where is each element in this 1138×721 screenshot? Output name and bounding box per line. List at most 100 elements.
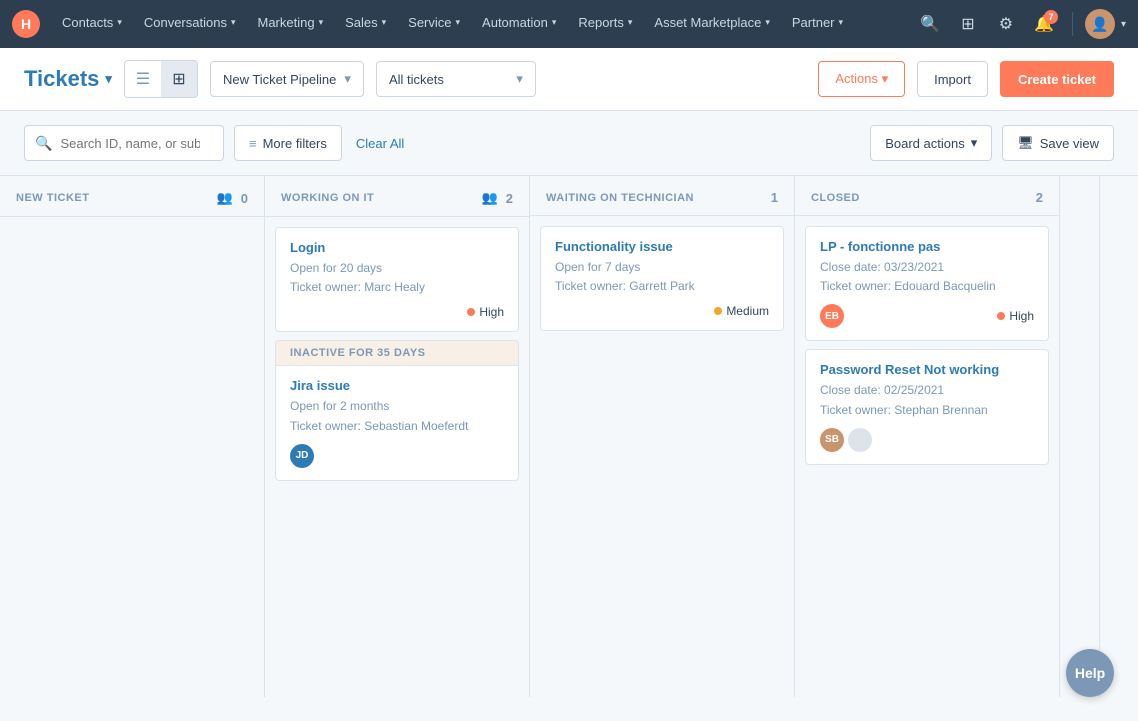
nav-asset-marketplace[interactable]: Asset Marketplace ▾: [644, 0, 779, 48]
automation-caret-icon: ▾: [552, 17, 557, 28]
actions-button[interactable]: Actions ▾: [818, 61, 905, 97]
ticket-footer-functionality: Medium: [555, 304, 769, 318]
grid-icon-btn[interactable]: ⊞: [952, 8, 984, 40]
sales-caret-icon: ▾: [382, 17, 387, 28]
view-toggle: ☰ ⊞: [124, 60, 198, 98]
priority-badge-lp: High: [997, 309, 1034, 323]
settings-icon-btn[interactable]: ⚙: [990, 8, 1022, 40]
ticket-avatar-group-password-reset: SB: [820, 428, 872, 452]
ticket-group-jira: INACTIVE FOR 35 DAYS Jira issue Open for…: [275, 340, 519, 480]
nav-icon-group: 🔍 ⊞ ⚙ 🔔 7 👤 ▾: [914, 8, 1126, 40]
page-toolbar: Tickets ▾ ☰ ⊞ New Ticket Pipeline ▾ All …: [0, 48, 1138, 111]
filter-selector[interactable]: All tickets ▾: [376, 61, 536, 97]
nav-contacts[interactable]: Contacts ▾: [52, 0, 132, 48]
column-count-icon-working-on-it: 👥: [482, 190, 498, 206]
nav-sales[interactable]: Sales ▾: [335, 0, 396, 48]
column-count-icon-new-ticket: 👥: [217, 190, 233, 206]
contacts-caret-icon: ▾: [117, 17, 122, 28]
reports-caret-icon: ▾: [628, 17, 633, 28]
priority-badge-functionality: Medium: [714, 304, 769, 318]
notifications-icon-btn[interactable]: 🔔 7: [1028, 8, 1060, 40]
nav-service[interactable]: Service ▾: [398, 0, 470, 48]
clear-all-button[interactable]: Clear All: [352, 136, 408, 151]
ticket-title-login: Login: [290, 240, 504, 255]
nav-reports[interactable]: Reports ▾: [568, 0, 642, 48]
column-body-closed: LP - fonctionne pas Close date: 03/23/20…: [795, 216, 1059, 697]
column-new-ticket: NEW TICKET 👥 0: [0, 176, 265, 697]
column-body-new-ticket: [0, 217, 264, 697]
column-header-new-ticket: NEW TICKET 👥 0: [0, 176, 264, 217]
avatar-eb: EB: [820, 304, 844, 328]
avatar-extra: [848, 428, 872, 452]
search-box[interactable]: 🔍: [24, 125, 224, 161]
priority-dot-high-lp: [997, 312, 1005, 320]
filter-bar: 🔍 ≡ More filters Clear All Board actions…: [0, 111, 1138, 176]
ticket-avatar-group-jira: JD: [290, 444, 314, 468]
column-body-working-on-it: Login Open for 20 days Ticket owner: Mar…: [265, 217, 529, 697]
inactive-banner-jira: INACTIVE FOR 35 DAYS: [275, 340, 519, 365]
ticket-title-jira: Jira issue: [290, 378, 504, 393]
ticket-title-lp: LP - fonctionne pas: [820, 239, 1034, 254]
priority-badge-login: High: [467, 305, 504, 319]
conversations-caret-icon: ▾: [231, 17, 236, 28]
ticket-meta-login: Open for 20 days Ticket owner: Marc Heal…: [290, 259, 504, 297]
service-caret-icon: ▾: [456, 17, 461, 28]
create-ticket-button[interactable]: Create ticket: [1000, 61, 1114, 97]
priority-dot-high: [467, 308, 475, 316]
column-header-waiting: WAITING ON TECHNICIAN 1: [530, 176, 794, 216]
board-actions-caret-icon: ▾: [971, 135, 978, 151]
ticket-card-login[interactable]: Login Open for 20 days Ticket owner: Mar…: [275, 227, 519, 332]
ticket-footer-password-reset: SB: [820, 428, 1034, 452]
column-working-on-it: WORKING ON IT 👥 2 Login Open for 20 days…: [265, 176, 530, 697]
search-input[interactable]: [60, 136, 200, 151]
column-overflow-edge: [1060, 176, 1100, 697]
user-avatar[interactable]: 👤: [1085, 9, 1115, 39]
column-body-waiting: Functionality issue Open for 7 days Tick…: [530, 216, 794, 697]
ticket-footer-lp: EB High: [820, 304, 1034, 328]
column-waiting-on-technician: WAITING ON TECHNICIAN 1 Functionality is…: [530, 176, 795, 697]
ticket-board: NEW TICKET 👥 0 WORKING ON IT 👥 2 Login O…: [0, 176, 1138, 697]
ticket-footer-jira: JD: [290, 444, 504, 468]
import-button[interactable]: Import: [917, 61, 988, 97]
ticket-card-functionality[interactable]: Functionality issue Open for 7 days Tick…: [540, 226, 784, 331]
column-header-working-on-it: WORKING ON IT 👥 2: [265, 176, 529, 217]
ticket-meta-password-reset: Close date: 02/25/2021 Ticket owner: Ste…: [820, 381, 1034, 419]
nav-conversations[interactable]: Conversations ▾: [134, 0, 246, 48]
search-icon-btn[interactable]: 🔍: [914, 8, 946, 40]
page-title[interactable]: Tickets ▾: [24, 66, 112, 92]
page-title-caret-icon: ▾: [105, 71, 112, 87]
board-view-button[interactable]: ⊞: [161, 61, 197, 97]
ticket-title-password-reset: Password Reset Not working: [820, 362, 1034, 377]
ticket-meta-lp: Close date: 03/23/2021 Ticket owner: Edo…: [820, 258, 1034, 296]
column-closed: CLOSED 2 LP - fonctionne pas Close date:…: [795, 176, 1060, 697]
partner-caret-icon: ▾: [839, 17, 844, 28]
save-view-icon: 🖥: [1017, 135, 1034, 151]
help-button[interactable]: Help: [1066, 649, 1114, 697]
nav-partner[interactable]: Partner ▾: [782, 0, 853, 48]
asset-marketplace-caret-icon: ▾: [765, 17, 770, 28]
actions-caret-icon: ▾: [882, 71, 889, 86]
ticket-meta-jira: Open for 2 months Ticket owner: Sebastia…: [290, 397, 504, 435]
column-header-closed: CLOSED 2: [795, 176, 1059, 216]
notification-badge: 7: [1044, 10, 1058, 24]
avatar-sb: SB: [820, 428, 844, 452]
ticket-card-password-reset[interactable]: Password Reset Not working Close date: 0…: [805, 349, 1049, 464]
board-actions-button[interactable]: Board actions ▾: [870, 125, 992, 161]
ticket-title-functionality: Functionality issue: [555, 239, 769, 254]
ticket-card-jira[interactable]: Jira issue Open for 2 months Ticket owne…: [275, 365, 519, 480]
ticket-meta-functionality: Open for 7 days Ticket owner: Garrett Pa…: [555, 258, 769, 296]
nav-automation[interactable]: Automation ▾: [472, 0, 566, 48]
ticket-card-lp[interactable]: LP - fonctionne pas Close date: 03/23/20…: [805, 226, 1049, 341]
more-filters-button[interactable]: ≡ More filters: [234, 125, 342, 161]
nav-divider: [1072, 12, 1073, 36]
filter-icon: ≡: [249, 136, 257, 151]
ticket-footer-login: High: [290, 305, 504, 319]
save-view-button[interactable]: 🖥 Save view: [1002, 125, 1114, 161]
list-view-button[interactable]: ☰: [125, 61, 161, 97]
marketing-caret-icon: ▾: [319, 17, 324, 28]
user-menu-caret-icon[interactable]: ▾: [1121, 19, 1126, 30]
pipeline-selector[interactable]: New Ticket Pipeline ▾: [210, 61, 364, 97]
top-navigation: H Contacts ▾ Conversations ▾ Marketing ▾…: [0, 0, 1138, 48]
hubspot-logo[interactable]: H: [12, 10, 40, 38]
nav-marketing[interactable]: Marketing ▾: [247, 0, 333, 48]
